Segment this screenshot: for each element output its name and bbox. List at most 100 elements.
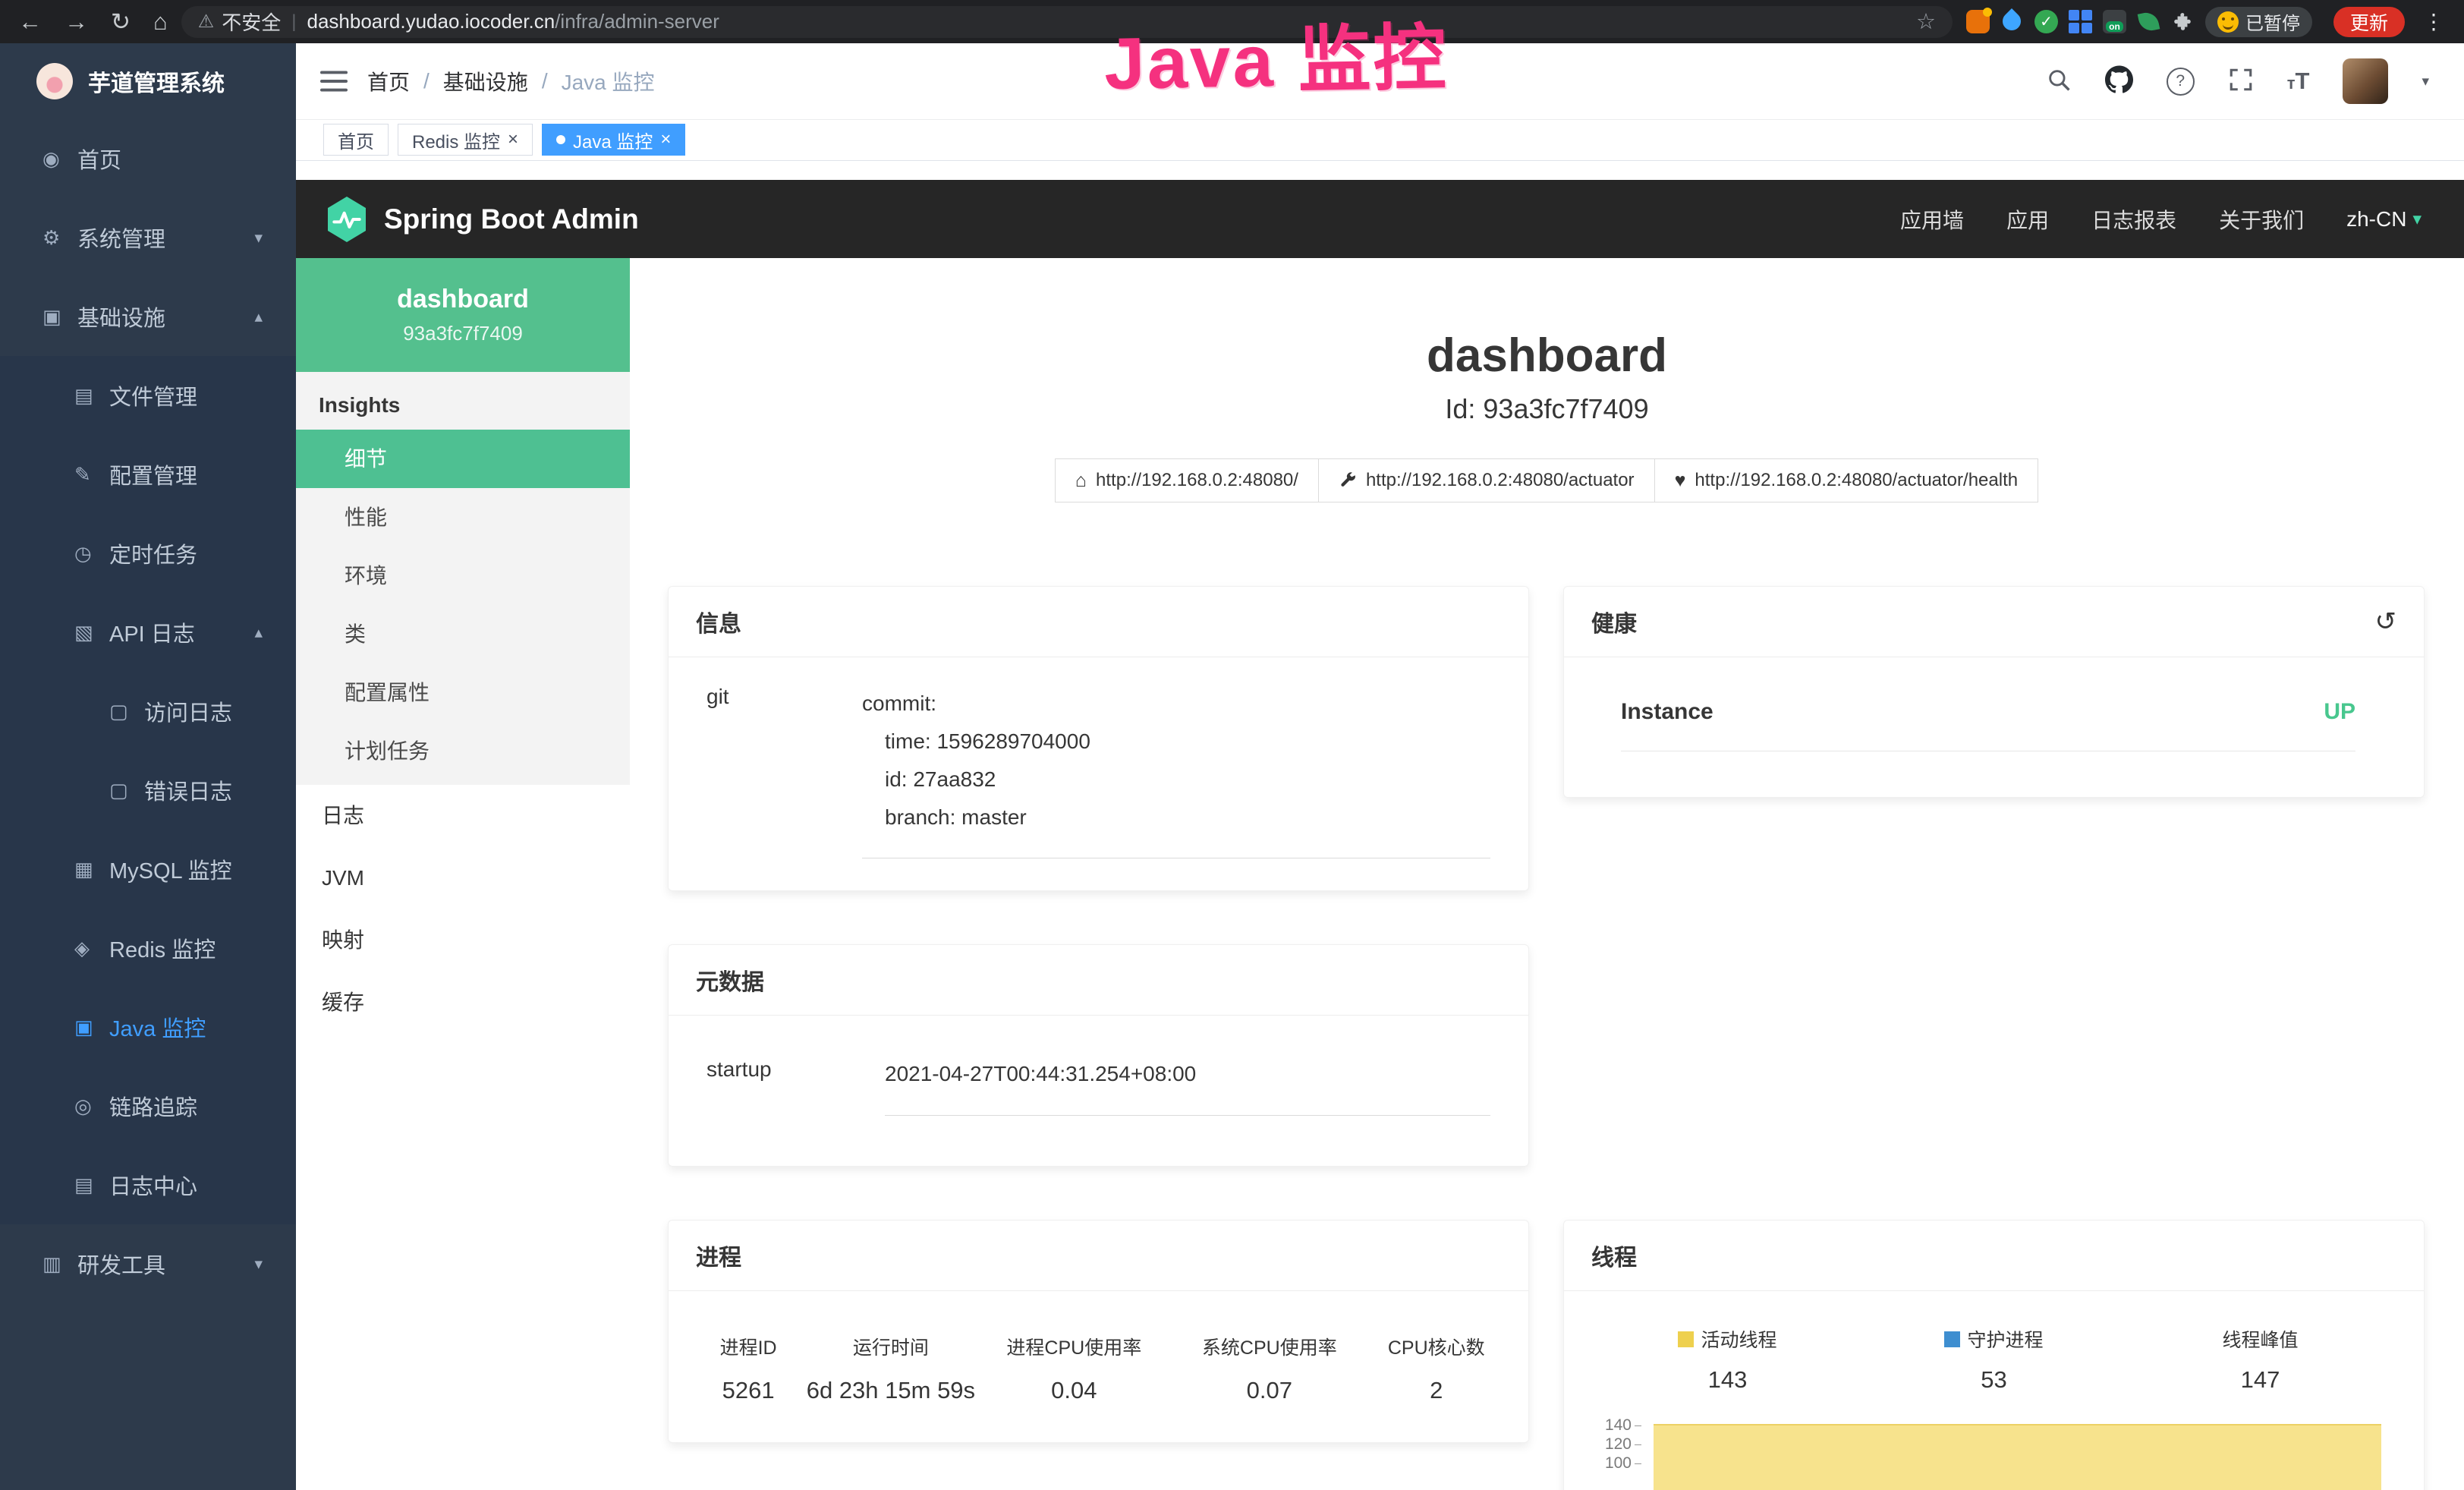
status-badge: UP <box>2324 699 2355 725</box>
home-icon: ⌂ <box>1075 471 1087 490</box>
sba-item-config-props[interactable]: 配置属性 <box>296 663 630 722</box>
health-row: Instance UP <box>1621 699 2355 751</box>
extension-icon-blue-drop[interactable] <box>1999 8 2025 34</box>
sidebar-item-tracing[interactable]: ◎ 链路追踪 <box>0 1066 296 1145</box>
close-icon[interactable]: × <box>508 131 518 149</box>
fullscreen-icon[interactable] <box>2228 67 2254 96</box>
threads-card: 线程 活动线程 143 <box>1563 1220 2425 1490</box>
sidebar-item-dev-tools[interactable]: ▥ 研发工具 ▾ <box>0 1224 296 1303</box>
profile-paused-badge[interactable]: 已暂停 <box>2205 7 2312 37</box>
table-icon: ▦ <box>74 858 109 881</box>
sba-sidebar: dashboard 93a3fc7f7409 Insights 细节 性能 环境… <box>296 258 630 1490</box>
tab-home[interactable]: 首页 <box>323 124 389 156</box>
bookmark-star-icon[interactable]: ☆ <box>1916 8 1936 35</box>
sba-item-details[interactable]: 细节 <box>296 430 630 488</box>
avatar-caret-icon[interactable]: ▾ <box>2422 73 2429 90</box>
sidebar-item-file-management[interactable]: ▤ 文件管理 <box>0 356 296 435</box>
font-size-icon[interactable]: тT <box>2287 68 2310 95</box>
breadcrumb-home[interactable]: 首页 <box>367 66 410 96</box>
sba-nav-journal[interactable]: 日志报表 <box>2091 204 2176 235</box>
sidebar-item-home[interactable]: ◉ 首页 <box>0 119 296 198</box>
tab-java-monitor[interactable]: Java 监控 × <box>542 124 685 156</box>
legend-swatch-blue <box>1944 1331 1960 1347</box>
omnibox[interactable]: ⚠ 不安全 | dashboard.yudao.iocoder.cn/infra… <box>181 6 1953 38</box>
browser-home-icon[interactable]: ⌂ <box>153 10 168 33</box>
info-card-body: git commit: time: 1596289704000 id: 27aa… <box>669 657 1528 890</box>
github-icon[interactable] <box>2105 65 2133 97</box>
sba-item-caches[interactable]: 缓存 <box>296 972 630 1034</box>
not-secure-warning-icon: ⚠ <box>198 11 215 33</box>
sidebar-item-system-management[interactable]: ⚙ 系统管理 ▾ <box>0 198 296 277</box>
chrome-update-button[interactable]: 更新 <box>2333 7 2405 37</box>
app-logo[interactable]: 芋道管理系统 <box>0 43 296 119</box>
metadata-card: 元数据 startup 2021-04-27T00:44:31.254+08:0… <box>668 944 1529 1167</box>
legend-peak-threads: 线程峰值 147 <box>2127 1325 2393 1394</box>
cards-grid: 信息 git commit: time: 1596289704000 id: 2… <box>668 586 2425 1490</box>
browser-chrome: ← → ↻ ⌂ ⚠ 不安全 | dashboard.yudao.iocoder.… <box>0 0 2464 43</box>
sidebar-item-access-logs[interactable]: ▢ 访问日志 <box>0 672 296 751</box>
sba-item-jvm[interactable]: JVM <box>296 847 630 909</box>
metadata-value: 2021-04-27T00:44:31.254+08:00 <box>885 1057 1490 1116</box>
sba-nav-applications[interactable]: 应用 <box>2006 204 2049 235</box>
tab-redis-monitor[interactable]: Redis 监控 × <box>398 124 533 156</box>
sidebar-item-api-logs[interactable]: ▧ API 日志 ▴ <box>0 593 296 672</box>
not-secure-label: 不安全 <box>222 8 281 36</box>
user-avatar[interactable] <box>2343 58 2388 104</box>
sba-item-metrics[interactable]: 性能 <box>296 488 630 547</box>
extension-icon-orange[interactable] <box>1966 10 1990 33</box>
help-icon[interactable]: ? <box>2167 68 2195 96</box>
sidebar-item-config-management[interactable]: ✎ 配置管理 <box>0 435 296 514</box>
forward-icon[interactable]: → <box>65 10 88 33</box>
link-service-url[interactable]: ⌂ http://192.168.0.2:48080/ <box>1055 458 1319 502</box>
extension-icon-on-switch[interactable]: on <box>2103 10 2126 33</box>
process-card-body: 进程ID 运行时间 进程CPU使用率 系统CPU使用率 CPU核心数 5261 … <box>669 1291 1528 1442</box>
link-actuator-url[interactable]: http://192.168.0.2:48080/actuator <box>1318 458 1655 502</box>
sidebar-item-java-monitor[interactable]: ▣ Java 监控 <box>0 988 296 1066</box>
extensions-cluster: ✓ on 已暂停 更新 ⋮ <box>1953 7 2464 37</box>
doc-icon: ▤ <box>74 1173 109 1197</box>
redis-icon: ◈ <box>74 937 109 960</box>
sidebar-item-mysql-monitor[interactable]: ▦ MySQL 监控 <box>0 830 296 909</box>
search-icon[interactable] <box>2046 67 2072 96</box>
heart-icon: ♥ <box>1675 471 1686 490</box>
sidebar-item-log-center[interactable]: ▤ 日志中心 <box>0 1145 296 1224</box>
sba-navbar: Spring Boot Admin 应用墙 应用 日志报表 关于我们 zh-CN… <box>296 180 2464 258</box>
eye-icon: ◎ <box>74 1095 109 1118</box>
sba-item-classes[interactable]: 类 <box>296 605 630 663</box>
threads-chart: 140 120 100 <box>1594 1416 2393 1490</box>
sidebar-item-scheduled-jobs[interactable]: ◷ 定时任务 <box>0 514 296 593</box>
extension-icon-grid[interactable] <box>2069 10 2092 33</box>
url-text[interactable]: dashboard.yudao.iocoder.cn/infra/admin-s… <box>307 10 719 33</box>
cpu-cores-value: 2 <box>1367 1377 1506 1404</box>
locale-select[interactable]: zh-CN ▾ <box>2346 207 2422 232</box>
sidebar-item-infrastructure[interactable]: ▣ 基础设施 ▴ <box>0 277 296 356</box>
breadcrumb: 首页 / 基础设施 / Java 监控 <box>367 66 655 96</box>
system-cpu-value: 0.07 <box>1172 1377 1367 1404</box>
sidebar-item-redis-monitor[interactable]: ◈ Redis 监控 <box>0 909 296 988</box>
sba-brand[interactable]: Spring Boot Admin <box>326 197 639 242</box>
browser-menu-icon[interactable]: ⋮ <box>2423 9 2444 34</box>
process-card-header: 进程 <box>669 1221 1528 1291</box>
close-icon[interactable]: × <box>660 131 671 149</box>
edit-icon: ✎ <box>74 463 109 487</box>
chevron-down-icon: ▾ <box>2412 209 2422 229</box>
sba-item-environment[interactable]: 环境 <box>296 547 630 605</box>
chevron-down-icon: ▾ <box>254 1255 263 1274</box>
link-health-url[interactable]: ♥ http://192.168.0.2:48080/actuator/heal… <box>1654 458 2039 502</box>
extension-icon-leaf[interactable] <box>2138 11 2160 33</box>
health-instance-label: Instance <box>1621 699 1713 725</box>
sidebar-item-error-logs[interactable]: ▢ 错误日志 <box>0 751 296 830</box>
extensions-puzzle-icon[interactable] <box>2171 10 2195 33</box>
sba-item-logs[interactable]: 日志 <box>296 785 630 847</box>
sba-item-scheduled-tasks[interactable]: 计划任务 <box>296 722 630 780</box>
back-icon[interactable]: ← <box>18 10 42 33</box>
history-icon[interactable]: ↺ <box>2375 609 2397 635</box>
breadcrumb-infrastructure[interactable]: 基础设施 <box>443 66 528 96</box>
sba-item-mappings[interactable]: 映射 <box>296 909 630 972</box>
hamburger-icon[interactable] <box>296 70 367 93</box>
sba-nav-about[interactable]: 关于我们 <box>2219 204 2304 235</box>
screen: ← → ↻ ⌂ ⚠ 不安全 | dashboard.yudao.iocoder.… <box>0 0 2464 1490</box>
extension-icon-green-check[interactable]: ✓ <box>2034 10 2058 33</box>
sba-nav-wallboard[interactable]: 应用墙 <box>1900 204 1964 235</box>
reload-icon[interactable]: ↻ <box>111 10 131 33</box>
